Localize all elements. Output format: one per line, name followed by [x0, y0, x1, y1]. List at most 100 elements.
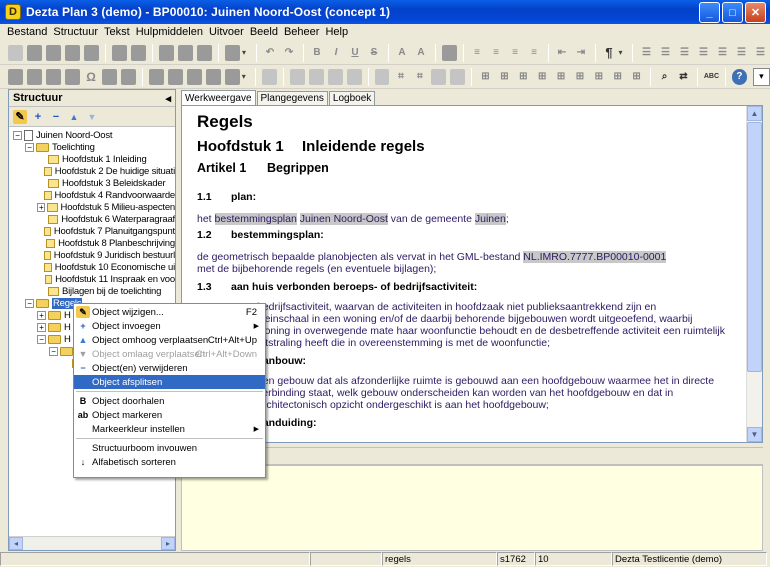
dropdown-arrow-icon[interactable]: ▾ — [242, 72, 249, 81]
collapse-icon[interactable]: − — [13, 130, 22, 140]
object-tool-icon[interactable] — [205, 68, 221, 85]
expand-icon[interactable]: + — [37, 322, 46, 332]
save-icon[interactable] — [46, 44, 61, 61]
bullet-circle-icon[interactable] — [225, 44, 240, 61]
menu-item-object-wijzigen[interactable]: ✎ Object wijzigen... F2 — [74, 305, 265, 319]
minimize-button[interactable]: _ — [699, 2, 720, 23]
list-format-icon[interactable]: ☰ — [715, 45, 730, 61]
save-all-icon[interactable] — [65, 44, 80, 61]
app-icon[interactable]: D — [5, 4, 21, 20]
tree-item[interactable]: Hoofdstuk 7 Planuitgangspunt — [9, 225, 175, 237]
vertical-scrollbar[interactable]: ▲ ▼ — [746, 106, 762, 442]
move-down-icon[interactable]: ▼ — [85, 110, 99, 124]
object-tool-icon[interactable] — [168, 68, 184, 85]
move-up-icon[interactable]: ▲ — [67, 110, 81, 124]
tab-plangegevens[interactable]: Plangegevens — [256, 91, 328, 105]
expand-icon[interactable]: + — [37, 202, 46, 212]
tree-item[interactable]: Hoofdstuk 11 Inspraak en voo — [9, 273, 175, 285]
menu-uitvoer[interactable]: Uitvoer — [206, 26, 247, 38]
tree-item[interactable]: − Toelichting — [9, 141, 175, 153]
edit-object-icon[interactable]: ✎ — [13, 109, 27, 124]
object-tool-icon[interactable] — [187, 68, 202, 85]
binoculars-icon[interactable]: ⌕ — [657, 69, 672, 85]
field-placeholder[interactable]: Juinen — [474, 213, 506, 225]
table-grid-icon[interactable]: ⊞ — [535, 69, 550, 85]
menu-item-structuurboom-invouwen[interactable]: Structuurboom invouwen — [74, 441, 265, 455]
align-center-icon[interactable]: ≡ — [489, 45, 504, 61]
list-options-icon[interactable]: ☰ — [734, 45, 749, 61]
menu-beheer[interactable]: Beheer — [281, 26, 322, 38]
horizontal-scrollbar[interactable]: ◂ ▸ — [9, 536, 175, 550]
copy-icon[interactable] — [178, 44, 193, 61]
document-editor[interactable]: Regels Hoofdstuk 1 Inleidende regels Art… — [181, 105, 763, 443]
omega-symbol-icon[interactable]: Ω — [84, 69, 99, 85]
tree-item[interactable]: Hoofdstuk 6 Waterparagraaf — [9, 213, 175, 225]
table-grid-icon[interactable]: ⊞ — [629, 69, 644, 85]
cell-tool-icon[interactable] — [431, 68, 447, 85]
strikethrough-button[interactable]: S — [367, 45, 382, 61]
help-icon[interactable]: ? — [732, 68, 747, 85]
structure-tool-icon[interactable] — [8, 68, 23, 85]
scroll-up-icon[interactable]: ▲ — [747, 106, 762, 121]
redo-icon[interactable]: ↷ — [282, 45, 297, 61]
tab-werkweergave[interactable]: Werkweergave — [181, 90, 256, 105]
structure-tool-icon[interactable] — [64, 68, 80, 85]
menu-bestand[interactable]: Bestand — [4, 26, 50, 38]
scroll-right-icon[interactable]: ▸ — [161, 537, 175, 550]
print-preview-icon[interactable] — [131, 44, 146, 61]
numbered-list-icon[interactable]: ☰ — [658, 45, 673, 61]
cell-tool-icon[interactable] — [450, 68, 466, 85]
tree-item[interactable]: Hoofdstuk 8 Planbeschrijving — [9, 237, 175, 249]
field-placeholder[interactable]: bestemmingsplan — [214, 213, 297, 225]
table-grid-icon[interactable]: ⊞ — [591, 69, 606, 85]
table-grid-icon[interactable]: ⊞ — [497, 69, 512, 85]
tree-item[interactable]: Hoofdstuk 3 Beleidskader — [9, 177, 175, 189]
collapse-icon[interactable]: − — [37, 334, 46, 344]
italic-button[interactable]: I — [329, 45, 344, 61]
menu-structuur[interactable]: Structuur — [50, 26, 101, 38]
align-right-icon[interactable]: ≡ — [508, 45, 523, 61]
scroll-thumb[interactable] — [747, 122, 762, 372]
collapse-icon[interactable]: − — [25, 298, 34, 308]
insert-tool-icon[interactable] — [290, 68, 305, 85]
scroll-down-icon[interactable]: ▼ — [747, 427, 762, 442]
close-button[interactable]: ✕ — [745, 2, 766, 23]
merge-cell-icon[interactable]: ⌗ — [412, 69, 427, 85]
structure-tool-icon[interactable] — [121, 68, 137, 85]
insert-tool-icon[interactable] — [346, 68, 362, 85]
tab-logboek[interactable]: Logboek — [328, 91, 376, 105]
collapse-icon[interactable]: − — [49, 346, 58, 356]
cell-tool-icon[interactable] — [374, 68, 390, 85]
list-level-icon[interactable]: ☰ — [677, 45, 692, 61]
tree-item[interactable]: Bijlagen bij de toelichting — [9, 285, 175, 297]
menu-item-object-omhoog-verplaatsen[interactable]: ▲ Object omhoog verplaatsen Ctrl+Alt+Up — [74, 333, 265, 347]
table-grid-icon[interactable]: ⊞ — [610, 69, 625, 85]
spellcheck-button[interactable]: ABC — [704, 69, 719, 85]
menu-beeld[interactable]: Beeld — [247, 26, 281, 38]
field-placeholder[interactable]: Juinen Noord-Oost — [299, 213, 388, 225]
tree-item[interactable]: Hoofdstuk 9 Juridisch bestuurl — [9, 249, 175, 261]
maximize-button[interactable]: □ — [722, 2, 743, 23]
tree-item[interactable]: + Hoofdstuk 5 Milieu-aspecten — [9, 201, 175, 213]
replace-icon[interactable]: ⇄ — [676, 69, 691, 85]
cut-icon[interactable] — [159, 44, 174, 61]
highlighter-icon[interactable] — [441, 44, 457, 61]
list-extra-icon[interactable]: ☰ — [753, 45, 768, 61]
paste-icon[interactable] — [197, 44, 212, 61]
menu-item-object-doorhalen[interactable]: B Object doorhalen — [74, 394, 265, 408]
open-folder-icon[interactable] — [27, 44, 42, 61]
menu-item-object-markeren[interactable]: ab Object markeren — [74, 408, 265, 422]
table-grid-icon[interactable]: ⊞ — [573, 69, 588, 85]
table-grid-icon[interactable]: ⊞ — [554, 69, 569, 85]
dropdown-arrow-icon[interactable]: ▾ — [619, 48, 627, 57]
list-style-icon[interactable]: ☰ — [696, 45, 711, 61]
menu-item-object-afsplitsen[interactable]: Object afsplitsen — [74, 375, 265, 389]
field-placeholder[interactable]: NL.IMRO.7777.BP00010-0001 — [523, 251, 667, 263]
indent-icon[interactable]: ⇥ — [574, 45, 589, 61]
outdent-icon[interactable]: ⇤ — [555, 45, 570, 61]
remove-object-icon[interactable]: − — [49, 110, 63, 124]
table-grid-icon[interactable]: ⊞ — [516, 69, 531, 85]
scroll-left-icon[interactable]: ◂ — [9, 537, 23, 550]
expand-icon[interactable]: + — [37, 310, 46, 320]
add-object-icon[interactable]: + — [31, 110, 45, 124]
